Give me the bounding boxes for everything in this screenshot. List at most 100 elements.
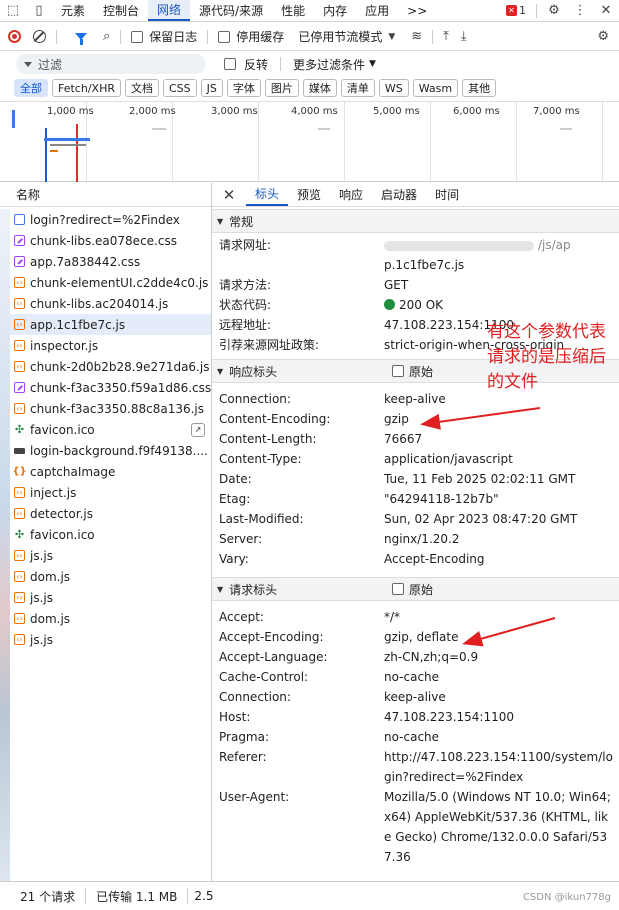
record-icon[interactable] — [8, 30, 21, 43]
gear-icon[interactable]: ⚙ — [541, 3, 567, 18]
request-row[interactable]: ‹› chunk-libs.ac204014.js — [10, 293, 211, 314]
request-row[interactable]: login?redirect=%2Findex — [10, 209, 211, 230]
header-value[interactable]: no-cache — [384, 727, 619, 747]
name-column-header[interactable]: 名称 — [0, 183, 211, 207]
header-value-text: */* — [384, 610, 401, 624]
header-key: Host: — [219, 710, 251, 724]
type-filter-chip[interactable]: CSS — [162, 79, 197, 97]
type-filter-chip[interactable]: Fetch/XHR — [52, 79, 121, 97]
panel-tab[interactable]: 网络 — [148, 0, 191, 21]
header-value[interactable]: keep-alive — [384, 687, 619, 707]
detail-tab[interactable]: 响应 — [330, 183, 372, 206]
raw-checkbox[interactable] — [392, 583, 404, 595]
dropdown-caret-icon[interactable]: ▼ — [388, 32, 395, 42]
header-value[interactable]: http://47.108.223.154:1100/system/login?… — [384, 747, 619, 787]
header-value[interactable]: Mozilla/5.0 (Windows NT 10.0; Win64; x64… — [384, 787, 619, 867]
network-overview-timeline[interactable]: 1,000 ms 2,000 ms 3,000 ms 4,000 ms 5,00… — [0, 101, 619, 183]
request-row[interactable]: ‹› dom.js — [10, 608, 211, 629]
import-har-icon[interactable]: ⤒ — [443, 29, 449, 44]
panel-tab[interactable]: 控制台 — [94, 0, 148, 21]
kebab-menu-icon[interactable]: ⋮ — [567, 3, 593, 18]
header-value[interactable]: gzip, deflate — [384, 627, 619, 647]
header-value[interactable]: Tue, 11 Feb 2025 02:02:11 GMT — [384, 469, 619, 489]
invert-checkbox[interactable] — [224, 58, 236, 70]
type-filter-chip[interactable]: 全部 — [14, 79, 48, 97]
type-filter-chip[interactable]: WS — [378, 79, 409, 97]
open-in-panel-icon[interactable]: ↗ — [191, 422, 205, 437]
more-filters-dropdown[interactable]: 更多过滤条件 ▼ — [293, 56, 376, 73]
export-har-icon[interactable]: ⤓ — [461, 29, 467, 44]
general-section-header[interactable]: ▼ 常规 — [212, 209, 619, 233]
request-row[interactable]: {} captchaImage — [10, 461, 211, 482]
panel-tab[interactable]: 内存 — [314, 0, 356, 21]
request-row[interactable]: ‹› chunk-2d0b2b28.9e271da6.js — [10, 356, 211, 377]
request-row[interactable]: login-background.f9f49138.... — [10, 440, 211, 461]
request-row[interactable]: ‹› app.1c1fbe7c.js — [10, 314, 211, 335]
header-value[interactable]: 47.108.223.154:1100 — [384, 707, 619, 727]
clear-icon[interactable] — [33, 30, 46, 43]
request-row[interactable]: ‹› inject.js — [10, 482, 211, 503]
request-name: app.7a838442.css — [30, 254, 141, 269]
disable-cache-checkbox[interactable] — [218, 30, 231, 43]
header-value[interactable]: GET — [384, 275, 619, 295]
request-headers-section-header[interactable]: ▼ 请求标头 原始 — [212, 577, 619, 601]
header-value[interactable]: Accept-Encoding — [384, 549, 619, 569]
close-detail-icon[interactable]: ✕ — [212, 183, 246, 206]
type-filter-chip[interactable]: 媒体 — [302, 79, 337, 97]
request-row[interactable]: ‹› js.js — [10, 629, 211, 650]
header-value[interactable]: /js/ap p.1c1fbe7c.js — [384, 235, 619, 275]
request-row[interactable]: ‹› inspector.js — [10, 335, 211, 356]
raw-checkbox[interactable] — [392, 365, 404, 377]
header-value[interactable]: zh-CN,zh;q=0.9 — [384, 647, 619, 667]
network-conditions-icon[interactable]: ≋ — [411, 29, 422, 44]
type-filter-chip[interactable]: JS — [200, 79, 223, 97]
detail-tab[interactable]: 预览 — [288, 183, 330, 206]
panel-tab[interactable]: 源代码/来源 — [190, 0, 272, 21]
request-row[interactable]: ‹› chunk-elementUI.c2dde4c0.js — [10, 272, 211, 293]
request-row[interactable]: app.7a838442.css — [10, 251, 211, 272]
header-value[interactable]: "64294118-12b7b" — [384, 489, 619, 509]
type-filter-chip[interactable]: 清单 — [340, 79, 375, 97]
type-filter-chip[interactable]: 其他 — [462, 79, 497, 97]
raw-toggle[interactable]: 原始 — [392, 581, 433, 598]
request-row[interactable]: ✣ favicon.ico ↗ — [10, 419, 211, 440]
type-filter-chip[interactable]: 字体 — [226, 79, 261, 97]
request-row[interactable]: chunk-f3ac3350.f59a1d86.css — [10, 377, 211, 398]
header-value[interactable]: no-cache — [384, 667, 619, 687]
close-icon[interactable]: ✕ — [593, 3, 619, 18]
filter-icon[interactable] — [75, 33, 87, 45]
header-value[interactable]: application/javascript — [384, 449, 619, 469]
raw-toggle[interactable]: 原始 — [392, 363, 433, 380]
request-row[interactable]: ‹› detector.js — [10, 503, 211, 524]
request-row[interactable]: ✣ favicon.ico — [10, 524, 211, 545]
detail-tab[interactable]: 启动器 — [372, 183, 426, 206]
search-icon[interactable]: ⌕ — [103, 29, 110, 44]
request-row[interactable]: ‹› chunk-f3ac3350.88c8a136.js — [10, 398, 211, 419]
more-tabs-button[interactable]: >> — [398, 0, 436, 21]
header-value[interactable]: gzip — [384, 409, 619, 429]
inspect-element-icon[interactable]: ⬚ — [0, 0, 26, 21]
detail-tab[interactable]: 标头 — [246, 183, 289, 206]
request-row[interactable]: ‹› dom.js — [10, 566, 211, 587]
header-value[interactable]: nginx/1.20.2 — [384, 529, 619, 549]
request-row[interactable]: chunk-libs.ea078ece.css — [10, 230, 211, 251]
filter-input[interactable]: 过滤 — [16, 54, 206, 74]
error-badge[interactable]: ✕ 1 — [500, 4, 532, 17]
device-toolbar-icon[interactable]: ▯ — [26, 0, 52, 21]
type-filter-chip[interactable]: 文档 — [124, 79, 159, 97]
header-value[interactable]: Sun, 02 Apr 2023 08:47:20 GMT — [384, 509, 619, 529]
header-value[interactable]: 76667 — [384, 429, 619, 449]
preserve-log-checkbox[interactable] — [131, 30, 144, 43]
throttle-select[interactable]: 已停用节流模式 — [298, 28, 382, 45]
network-settings-gear-icon[interactable]: ⚙ — [597, 29, 609, 44]
header-value[interactable]: 200 OK — [384, 295, 619, 315]
panel-tab[interactable]: 应用 — [356, 0, 398, 21]
panel-tab[interactable]: 元素 — [52, 0, 94, 21]
request-row[interactable]: ‹› js.js — [10, 587, 211, 608]
detail-tab[interactable]: 时间 — [426, 183, 468, 206]
panel-tab[interactable]: 性能 — [272, 0, 314, 21]
type-filter-chip[interactable]: 图片 — [264, 79, 299, 97]
type-filter-chip[interactable]: Wasm — [412, 79, 459, 97]
request-row[interactable]: ‹› js.js — [10, 545, 211, 566]
header-value[interactable]: */* — [384, 607, 619, 627]
